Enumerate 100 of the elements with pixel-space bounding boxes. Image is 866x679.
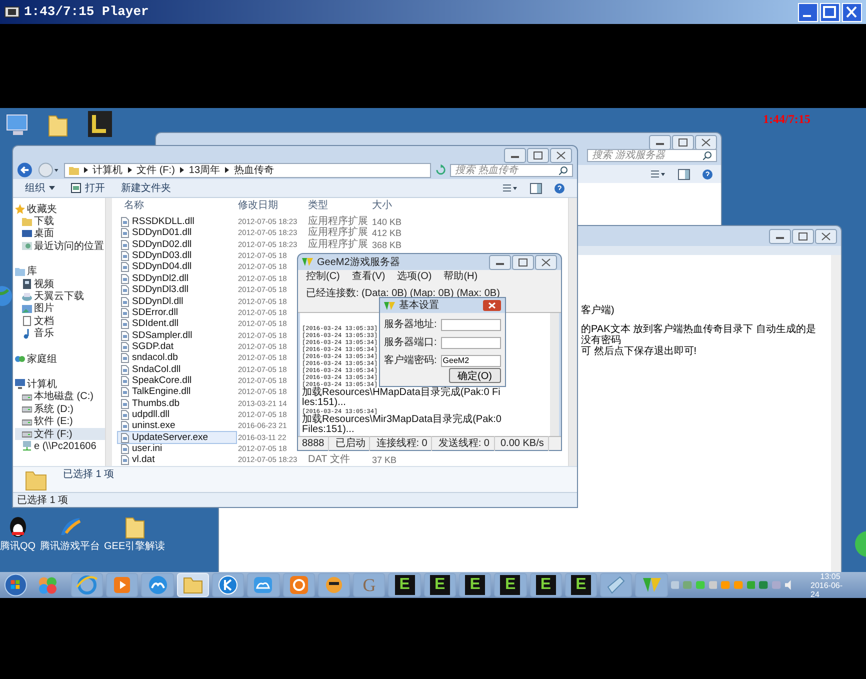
file-name[interactable]: UpdateServer.exe (118, 432, 236, 444)
file-name[interactable]: vl.dat (118, 454, 236, 466)
file-name[interactable]: user.ini (118, 443, 236, 454)
help-icon[interactable] (554, 182, 565, 194)
taskbar-button[interactable]: E (530, 573, 562, 597)
sidebar-item[interactable]: 本地磁盘 (C:) (15, 390, 105, 404)
file-name[interactable]: SDDynDl3.dll (118, 284, 236, 296)
view-icon[interactable] (650, 169, 666, 179)
file-name[interactable]: SDDynDl.dll (118, 296, 236, 308)
search-field[interactable]: 搜索 游戏服务器 (587, 149, 717, 162)
sidebar-item[interactable]: 音乐 (15, 328, 105, 340)
taskbar-button[interactable] (318, 573, 350, 597)
sidebar-item[interactable]: 计算机 (15, 378, 105, 391)
icon-label[interactable]: GEE引擎解读 (104, 539, 166, 554)
scrollbar[interactable] (568, 198, 577, 466)
sidebar-item[interactable]: 文件 (F:) (15, 428, 105, 440)
scrollbar[interactable] (105, 198, 112, 466)
close-button[interactable] (815, 229, 837, 244)
file-name[interactable]: SDDynDl2.dll (118, 273, 236, 284)
search-field[interactable]: 搜索 热血传奇 (450, 164, 573, 176)
sidebar-item[interactable]: 下载 (15, 215, 105, 228)
folder-icon[interactable] (122, 515, 147, 539)
pane-icon[interactable] (530, 182, 542, 194)
column-header[interactable]: 修改日期 (238, 198, 308, 213)
file-name[interactable]: TalkEngine.dll (118, 386, 236, 398)
toolbar-button[interactable]: 打开 (71, 180, 105, 196)
breadcrumb-item[interactable]: 文件 (F:) (136, 162, 175, 178)
file-name[interactable]: Thumbs.db (118, 398, 236, 410)
sidebar-item[interactable]: 天翼云下载 (15, 290, 105, 303)
sidebar-item[interactable]: e (\\Pc201606 (15, 440, 105, 453)
menu-item[interactable]: 控制(C) (306, 270, 340, 283)
taskbar-button[interactable]: E (388, 573, 421, 597)
menu-item[interactable]: 帮助(H) (444, 270, 478, 283)
taskbar-button[interactable]: E (564, 573, 598, 597)
minimize-button[interactable] (769, 229, 791, 244)
maximize-button[interactable] (512, 254, 534, 270)
file-name[interactable]: SDIdent.dll (118, 318, 236, 330)
file-name[interactable]: SDError.dll (118, 307, 236, 318)
refresh-icon[interactable] (434, 164, 446, 176)
close-button[interactable] (550, 148, 572, 163)
minimize-button[interactable] (504, 148, 526, 163)
help-icon[interactable] (702, 168, 713, 180)
file-name[interactable]: SDDynD02.dll (118, 239, 236, 250)
close-button[interactable] (483, 300, 501, 311)
file-name[interactable]: SDDynD04.dll (118, 262, 236, 273)
minimize-button[interactable] (489, 254, 511, 270)
taskbar-button[interactable]: E (458, 573, 492, 597)
close-button[interactable] (535, 254, 557, 270)
icon-label[interactable]: 腾讯QQ (0, 539, 36, 554)
pane-icon[interactable] (678, 168, 690, 180)
ok-button[interactable]: 确定(O) (448, 368, 501, 383)
file-name[interactable]: SDSampler.dll (118, 330, 236, 342)
menu-item[interactable]: 查看(V) (352, 270, 386, 283)
breadcrumb-item[interactable]: 13周年 (188, 162, 220, 178)
breadcrumb-item[interactable]: 热血传奇 (234, 162, 274, 178)
file-name[interactable]: SndaCol.dll (118, 364, 236, 376)
view-icon[interactable] (502, 183, 518, 193)
back-icon[interactable] (17, 162, 34, 178)
taskbar-button[interactable] (212, 573, 244, 597)
close-button[interactable] (695, 135, 717, 150)
menu-item[interactable]: 选项(O) (397, 270, 432, 283)
sidebar-item[interactable]: 收藏夹 (15, 203, 105, 216)
input-field[interactable] (440, 336, 501, 348)
sidebar-item[interactable]: 系统 (D:) (15, 403, 105, 416)
file-name[interactable]: sndacol.db (118, 352, 236, 364)
taskbar-button[interactable] (141, 573, 174, 597)
toolbar-button[interactable]: 新建文件夹 (121, 180, 171, 196)
breadcrumb-item[interactable]: 计算机 (92, 162, 123, 178)
minimize-button[interactable] (649, 135, 671, 150)
sidebar-item[interactable]: 视频 (15, 278, 105, 290)
file-name[interactable]: udpdll.dll (118, 409, 236, 420)
sidebar-item[interactable]: 库 (15, 266, 105, 278)
address-bar[interactable]: 计算机 文件 (F:) 13周年 热血传奇 (64, 162, 431, 178)
sidebar-item[interactable]: 图片 (15, 302, 105, 316)
maximize-button[interactable] (672, 135, 694, 150)
scrollbar[interactable] (550, 313, 559, 436)
maximize-button[interactable] (792, 229, 814, 244)
file-name[interactable]: SGDP.dat (118, 341, 236, 352)
input-field[interactable] (440, 318, 501, 330)
maximize-button[interactable] (527, 148, 549, 163)
toolbar-button[interactable]: 组织 (25, 180, 55, 196)
input-field[interactable]: GeeM2 (440, 354, 501, 366)
taskbar-button[interactable]: E (424, 573, 456, 597)
sidebar-item[interactable]: 最近访问的位置 (15, 240, 105, 253)
taskbar-button[interactable]: E (494, 573, 527, 597)
column-header[interactable]: 大小 (372, 198, 412, 213)
sidebar-item[interactable]: 文档 (15, 315, 105, 328)
sidebar-item[interactable]: 软件 (E:) (15, 415, 105, 428)
file-name[interactable]: SpeakCore.dll (118, 375, 236, 386)
file-name[interactable]: RSSDKDLL.dll (118, 216, 236, 228)
icon-label[interactable]: 腾讯游戏平台 (40, 539, 100, 554)
column-header[interactable]: 名称 (118, 198, 238, 213)
file-name[interactable]: SDDynD01.dll (118, 228, 236, 239)
sidebar-item[interactable]: 家庭组 (15, 352, 105, 366)
file-name[interactable]: uninst.exe (118, 420, 236, 432)
file-name[interactable]: SDDynD03.dll (118, 250, 236, 262)
start-orb-icon[interactable] (4, 573, 28, 597)
scrollbar[interactable] (831, 255, 841, 572)
sidebar-item[interactable]: 桌面 (15, 228, 105, 240)
column-header[interactable]: 类型 (308, 198, 372, 213)
